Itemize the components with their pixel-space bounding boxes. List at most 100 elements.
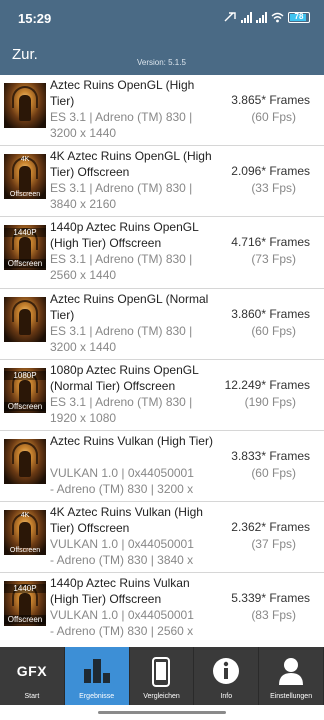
thumb-resolution-badge: 1080P	[4, 370, 46, 380]
benchmark-title: Aztec Ruins OpenGL (High Tier)	[50, 78, 195, 108]
benchmark-resolution-info: - Adreno (TM) 830 | 3840 x	[50, 553, 194, 568]
result-row[interactable]: 1440P Offscreen 1440p Aztec Ruins Vulkan…	[0, 573, 324, 643]
benchmark-thumbnail: 1440P Offscreen	[4, 225, 46, 271]
results-list[interactable]: Aztec Ruins OpenGL (High Tier) ES 3.1 | …	[0, 75, 324, 643]
thumb-offscreen-badge: Offscreen	[4, 615, 46, 625]
tab-label: Ergebnisse	[79, 693, 115, 700]
benchmark-api-info: ES 3.1 | Adreno (TM) 830 |	[50, 323, 193, 338]
benchmark-score: 5.339* Frames	[231, 591, 310, 606]
benchmark-resolution-info: 3200 x 1440	[50, 339, 117, 354]
benchmark-resolution-info: 1920 x 1080	[50, 410, 117, 425]
benchmark-score: 2.096* Frames	[231, 164, 310, 179]
benchmark-fps: (37 Fps)	[251, 537, 296, 552]
benchmark-thumbnail: 4K Offscreen	[4, 154, 46, 200]
benchmark-fps: (60 Fps)	[251, 110, 296, 124]
thumb-offscreen-badge: Offscreen	[4, 259, 46, 269]
thumb-offscreen-badge: Offscreen	[4, 401, 46, 411]
result-row[interactable]: Aztec Ruins Vulkan (High Tier) VULKAN 1.…	[0, 431, 324, 503]
benchmark-title: 4K Aztec Ruins OpenGL (High Tier) Offscr…	[50, 149, 212, 180]
benchmark-resolution-info: 3200 x 1440	[50, 126, 117, 140]
result-row[interactable]: Aztec Ruins OpenGL (High Tier) ES 3.1 | …	[0, 75, 324, 147]
benchmark-api-info: VULKAN 1.0 | 0x44050001	[50, 608, 194, 623]
benchmark-title: 4K Aztec Ruins Vulkan (High Tier) Offscr…	[50, 505, 203, 536]
app-header: Zur. Version: 5.1.5	[0, 38, 324, 75]
tab-info[interactable]: Info	[194, 647, 260, 705]
thumb-statue	[19, 95, 31, 121]
result-row[interactable]: Aztec Ruins OpenGL (Normal Tier) ES 3.1 …	[0, 289, 324, 360]
benchmark-api-info: VULKAN 1.0 | 0x44050001	[50, 537, 194, 552]
thumb-resolution-badge: 1440P	[4, 584, 46, 594]
thumb-offscreen-badge: Offscreen	[9, 191, 41, 199]
tab-start[interactable]: GFX Start	[0, 647, 65, 705]
app-version: Version: 5.1.5	[137, 58, 186, 67]
benchmark-score: 4.716* Frames	[231, 235, 310, 250]
benchmark-title: Aztec Ruins Vulkan (High Tier)	[50, 433, 213, 448]
gfx-logo-icon: GFX	[17, 663, 47, 681]
battery-icon: 78	[288, 12, 310, 23]
tab-ergebnisse[interactable]: Ergebnisse	[64, 647, 130, 705]
benchmark-resolution-info: 2560 x 1440	[50, 268, 117, 283]
tab-label: Vergleichen	[143, 693, 180, 700]
user-icon	[278, 657, 304, 690]
benchmark-resolution-info: - Adreno (TM) 830 | 2560 x	[50, 624, 194, 639]
gesture-bar	[0, 705, 324, 720]
benchmark-title: 1080p Aztec Ruins OpenGL (Normal Tier) O…	[50, 362, 199, 393]
status-bar: 15:29 78	[0, 0, 324, 38]
thumb-resolution-badge: 4K	[20, 512, 30, 520]
phone-icon	[151, 657, 171, 692]
thumb-statue	[19, 308, 31, 335]
benchmark-score: 3.865* Frames	[231, 93, 310, 107]
benchmark-thumbnail: 1080P Offscreen	[4, 367, 46, 413]
benchmark-resolution-info: - Adreno (TM) 830 | 3200 x	[50, 481, 194, 496]
tab-label: Einstellungen	[270, 693, 313, 700]
benchmark-title: 1440p Aztec Ruins OpenGL (High Tier) Off…	[50, 220, 199, 251]
thumb-statue	[19, 450, 31, 477]
benchmark-fps: (60 Fps)	[251, 323, 296, 338]
benchmark-fps: (60 Fps)	[251, 465, 296, 480]
bar-chart-icon	[82, 657, 112, 690]
benchmark-score: 3.860* Frames	[231, 306, 310, 321]
bottom-tab-bar: GFX Start Ergebnisse Vergleichen Info Ei…	[0, 647, 324, 705]
benchmark-api-info: VULKAN 1.0 | 0x44050001	[50, 465, 194, 480]
do-not-disturb-icon	[224, 12, 236, 22]
tab-einstellungen[interactable]: Einstellungen	[259, 647, 324, 705]
benchmark-api-info: ES 3.1 | Adreno (TM) 830 |	[50, 110, 193, 124]
benchmark-fps: (73 Fps)	[251, 252, 296, 267]
benchmark-resolution-info: 3840 x 2160	[50, 197, 117, 212]
back-button[interactable]: Zur.	[12, 46, 38, 63]
thumb-resolution-badge: 1440P	[4, 228, 46, 238]
benchmark-thumbnail	[4, 83, 46, 128]
benchmark-api-info: ES 3.1 | Adreno (TM) 830 |	[50, 181, 193, 196]
benchmark-score: 12.249* Frames	[224, 377, 310, 392]
benchmark-fps: (190 Fps)	[244, 394, 296, 409]
benchmark-thumbnail	[4, 296, 46, 342]
benchmark-score: 3.833* Frames	[231, 448, 310, 463]
benchmark-score: 2.362* Frames	[231, 520, 310, 535]
benchmark-title: Aztec Ruins OpenGL (Normal Tier)	[50, 291, 209, 322]
thumb-resolution-badge: 4K	[20, 156, 30, 164]
home-indicator[interactable]	[98, 711, 226, 714]
benchmark-thumbnail: 1440P Offscreen	[4, 581, 46, 627]
gfx-logo-text: GFX	[16, 663, 48, 679]
thumb-offscreen-badge: Offscreen	[9, 547, 41, 555]
tab-label: Info	[220, 693, 233, 700]
tab-label: Start	[24, 693, 40, 700]
status-icons: 78	[224, 12, 310, 23]
signal-icon	[241, 12, 252, 23]
result-row[interactable]: 1440P Offscreen 1440p Aztec Ruins OpenGL…	[0, 217, 324, 289]
thumb-statue	[19, 522, 31, 549]
info-icon	[212, 657, 240, 690]
benchmark-api-info: ES 3.1 | Adreno (TM) 830 |	[50, 252, 193, 267]
signal-icon-2	[256, 12, 267, 23]
thumb-statue	[19, 166, 31, 193]
benchmark-title: 1440p Aztec Ruins Vulkan (High Tier) Off…	[50, 576, 190, 607]
benchmark-fps: (33 Fps)	[251, 181, 296, 196]
result-row[interactable]: 4K Offscreen 4K Aztec Ruins Vulkan (High…	[0, 502, 324, 574]
battery-level: 78	[294, 12, 304, 21]
result-row[interactable]: 1080P Offscreen 1080p Aztec Ruins OpenGL…	[0, 360, 324, 431]
result-row[interactable]: 4K Offscreen 4K Aztec Ruins OpenGL (High…	[0, 146, 324, 218]
status-time: 15:29	[18, 11, 52, 26]
tab-vergleichen[interactable]: Vergleichen	[130, 647, 195, 705]
benchmark-api-info: ES 3.1 | Adreno (TM) 830 |	[50, 394, 193, 409]
wifi-icon	[271, 12, 284, 23]
